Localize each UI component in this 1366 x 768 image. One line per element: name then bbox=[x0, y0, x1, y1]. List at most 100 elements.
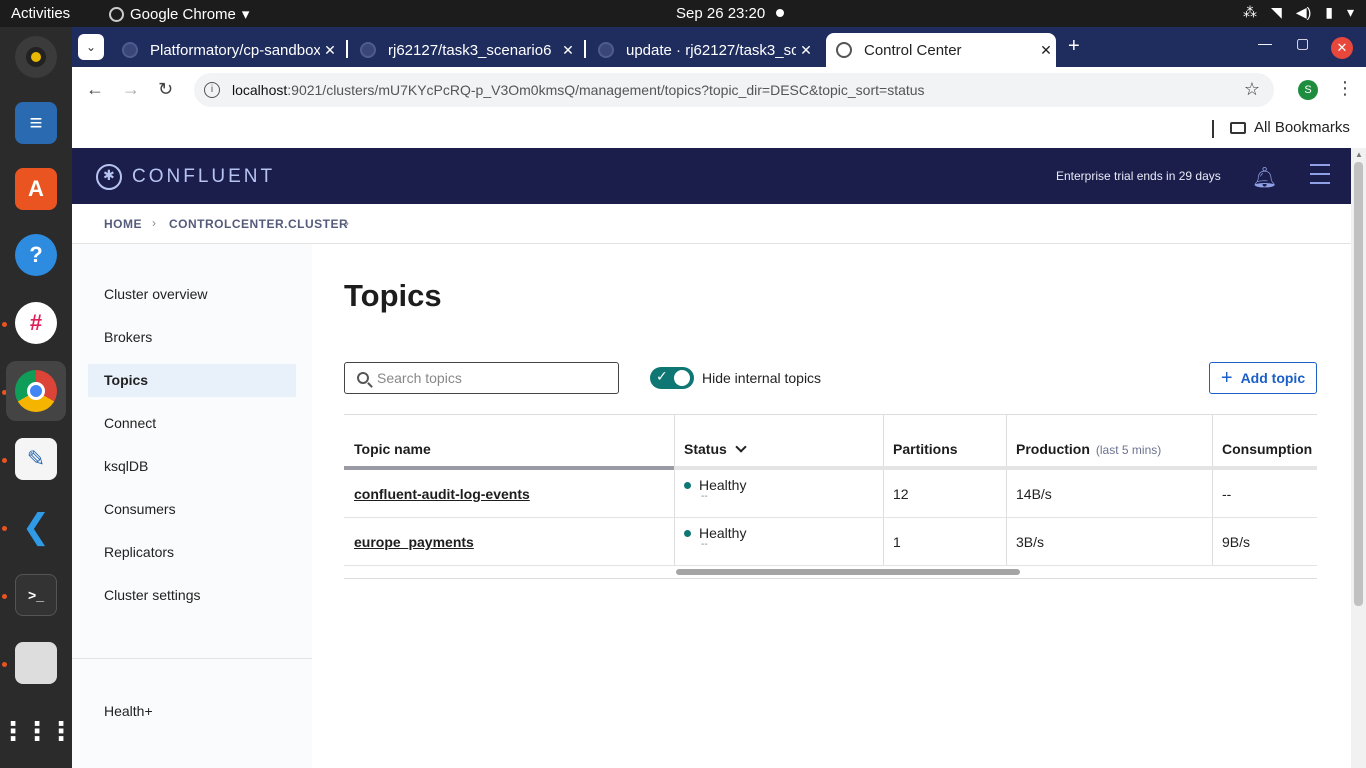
profile-avatar[interactable]: S bbox=[1298, 80, 1318, 100]
sidebar-item-cluster-settings[interactable]: Cluster settings bbox=[88, 579, 296, 612]
bookmark-star-icon[interactable]: ☆ bbox=[1244, 79, 1260, 100]
column-header-partitions[interactable]: Partitions bbox=[883, 415, 1006, 468]
sidebar-item-health-plus[interactable]: Health+ bbox=[88, 695, 296, 728]
bell-icon[interactable]: 🔔︎ bbox=[1252, 165, 1277, 190]
tab-separator bbox=[346, 40, 348, 58]
tab-task3-scenario6[interactable]: rj62127/task3_scenario6 ✕ bbox=[350, 33, 578, 67]
forward-icon[interactable]: → bbox=[122, 79, 140, 100]
search-box[interactable] bbox=[344, 362, 619, 394]
table-row-partitions: 12 bbox=[893, 486, 909, 502]
activities-button[interactable]: Activities bbox=[11, 5, 70, 22]
table-row-status: Healthy -- bbox=[674, 477, 746, 502]
dock-help[interactable]: ? bbox=[6, 225, 66, 285]
chevron-down-icon: ▾ bbox=[241, 6, 250, 23]
back-icon[interactable]: ← bbox=[86, 79, 104, 100]
sidebar-item-topics[interactable]: Topics bbox=[88, 364, 296, 397]
minimize-button[interactable]: — bbox=[1258, 35, 1272, 51]
close-icon[interactable]: ✕ bbox=[558, 42, 578, 59]
close-icon[interactable]: ✕ bbox=[320, 42, 340, 59]
tab-update-task3[interactable]: update · rj62127/task3_scenario6 ✕ bbox=[588, 33, 816, 67]
reload-icon[interactable]: ↻ bbox=[158, 79, 173, 100]
tab-control-center[interactable]: Control Center ✕ bbox=[826, 33, 1056, 67]
browser-menu-icon[interactable]: ⋮ bbox=[1336, 78, 1354, 99]
sidebar-item-cluster-overview[interactable]: Cluster overview bbox=[88, 278, 296, 311]
dock-writer[interactable]: ≡ bbox=[6, 93, 66, 153]
all-bookmarks-button[interactable]: All Bookmarks bbox=[1230, 119, 1350, 136]
chevron-down-icon: ▾ bbox=[1346, 4, 1354, 20]
column-header-topic-name[interactable]: Topic name bbox=[344, 415, 674, 468]
production-window: (last 5 mins) bbox=[1095, 443, 1162, 457]
sidebar-item-brokers[interactable]: Brokers bbox=[88, 321, 296, 354]
page-title: Topics bbox=[344, 278, 442, 313]
notification-dot-icon bbox=[776, 9, 784, 17]
dock-terminal[interactable]: >_ bbox=[6, 565, 66, 625]
dock-text-editor[interactable]: ✎ bbox=[6, 429, 66, 489]
app-menu[interactable]: Google Chrome ▾ bbox=[109, 5, 249, 23]
terminal-icon: >_ bbox=[15, 574, 57, 616]
topic-link[interactable]: europe_payments bbox=[354, 534, 474, 550]
scrollbar-thumb[interactable] bbox=[1354, 162, 1363, 606]
table-row-status: Healthy -- bbox=[674, 525, 746, 550]
tab-title: Control Center bbox=[864, 41, 962, 59]
dock-slack[interactable]: # bbox=[6, 293, 66, 353]
system-tray[interactable]: ⁂ ◥ ◀) ▮ ▾ bbox=[1243, 4, 1354, 21]
column-header-consumption[interactable]: Consumption bbox=[1212, 415, 1317, 468]
new-tab-button[interactable]: + bbox=[1068, 35, 1080, 58]
sidebar-item-ksqldb[interactable]: ksqlDB bbox=[88, 450, 296, 483]
tab-title: update · rj62127/task3_scenario6 bbox=[626, 41, 796, 59]
tab-cp-sandbox[interactable]: Platformatory/cp-sandbox ✕ bbox=[112, 33, 340, 67]
tab-separator bbox=[584, 40, 586, 58]
column-header-production[interactable]: Production (last 5 mins) bbox=[1006, 415, 1212, 468]
confluent-logo[interactable]: CONFLUENT bbox=[96, 164, 275, 190]
slack-icon: # bbox=[15, 302, 57, 344]
page-content: CONFLUENT Enterprise trial ends in 29 da… bbox=[72, 148, 1351, 768]
page-vertical-scrollbar[interactable]: ▲ bbox=[1351, 148, 1366, 768]
window-close-button[interactable]: ✕ bbox=[1331, 37, 1353, 59]
add-topic-label: Add topic bbox=[1240, 370, 1306, 386]
plus-icon: + bbox=[1220, 367, 1233, 389]
toggle-knob bbox=[674, 370, 690, 386]
browser-toolbar: ← → ↻ i localhost :9021/clusters/mU7KYcP… bbox=[72, 67, 1366, 113]
files-icon bbox=[15, 642, 57, 684]
dock: ≡ A ? # ✎ ❮ >_ ⋮⋮⋮ bbox=[0, 27, 74, 768]
dock-software[interactable]: A bbox=[6, 159, 66, 219]
search-input[interactable] bbox=[377, 370, 597, 386]
table-horizontal-scrollbar[interactable] bbox=[676, 569, 1020, 575]
address-bar[interactable]: i localhost :9021/clusters/mU7KYcPcRQ-p_… bbox=[194, 73, 1274, 107]
chevron-down-icon: ⌄ bbox=[85, 40, 97, 54]
scroll-up-icon[interactable]: ▲ bbox=[1355, 150, 1363, 159]
hide-internal-toggle[interactable]: ✓ bbox=[650, 367, 694, 389]
dock-show-apps[interactable]: ⋮⋮⋮ bbox=[0, 701, 74, 761]
dock-chrome[interactable] bbox=[6, 361, 66, 421]
logo-text: CONFLUENT bbox=[132, 166, 276, 187]
sidebar-item-connect[interactable]: Connect bbox=[88, 407, 296, 440]
network-icon: ⁂ bbox=[1243, 4, 1258, 20]
github-icon bbox=[360, 42, 376, 58]
sort-desc-icon bbox=[735, 441, 747, 453]
close-icon[interactable]: ✕ bbox=[796, 42, 816, 59]
close-icon[interactable]: ✕ bbox=[1036, 42, 1056, 59]
column-header-status[interactable]: Status bbox=[674, 415, 883, 468]
topic-link[interactable]: confluent-audit-log-events bbox=[354, 486, 530, 502]
add-topic-button[interactable]: + Add topic bbox=[1209, 362, 1317, 394]
site-info-icon[interactable]: i bbox=[204, 82, 220, 98]
breadcrumb-cluster[interactable]: CONTROLCENTER.CLUSTER bbox=[169, 217, 348, 231]
breadcrumb-home[interactable]: HOME bbox=[104, 217, 142, 231]
clock[interactable]: Sep 26 23:20 bbox=[676, 5, 765, 22]
table-row-production: 3B/s bbox=[1016, 534, 1045, 550]
hamburger-menu-icon[interactable] bbox=[1310, 164, 1330, 191]
vscode-icon: ❮ bbox=[21, 508, 51, 546]
app-menu-label: Google Chrome bbox=[130, 5, 236, 23]
confluent-mark-icon bbox=[96, 164, 122, 190]
sidebar: Cluster overview Brokers Topics Connect … bbox=[72, 244, 312, 768]
tab-search-button[interactable]: ⌄ bbox=[78, 34, 104, 60]
sidebar-item-consumers[interactable]: Consumers bbox=[88, 493, 296, 526]
table-bottom-rule bbox=[344, 578, 1317, 579]
sidebar-item-replicators[interactable]: Replicators bbox=[88, 536, 296, 569]
maximize-button[interactable]: ▢ bbox=[1296, 35, 1309, 52]
dock-rhythmbox[interactable] bbox=[6, 27, 66, 87]
dock-vscode[interactable]: ❮ bbox=[6, 497, 66, 557]
dock-files[interactable] bbox=[6, 633, 66, 693]
apps-grid-icon: ⋮⋮⋮ bbox=[0, 715, 74, 746]
software-icon: A bbox=[15, 168, 57, 210]
